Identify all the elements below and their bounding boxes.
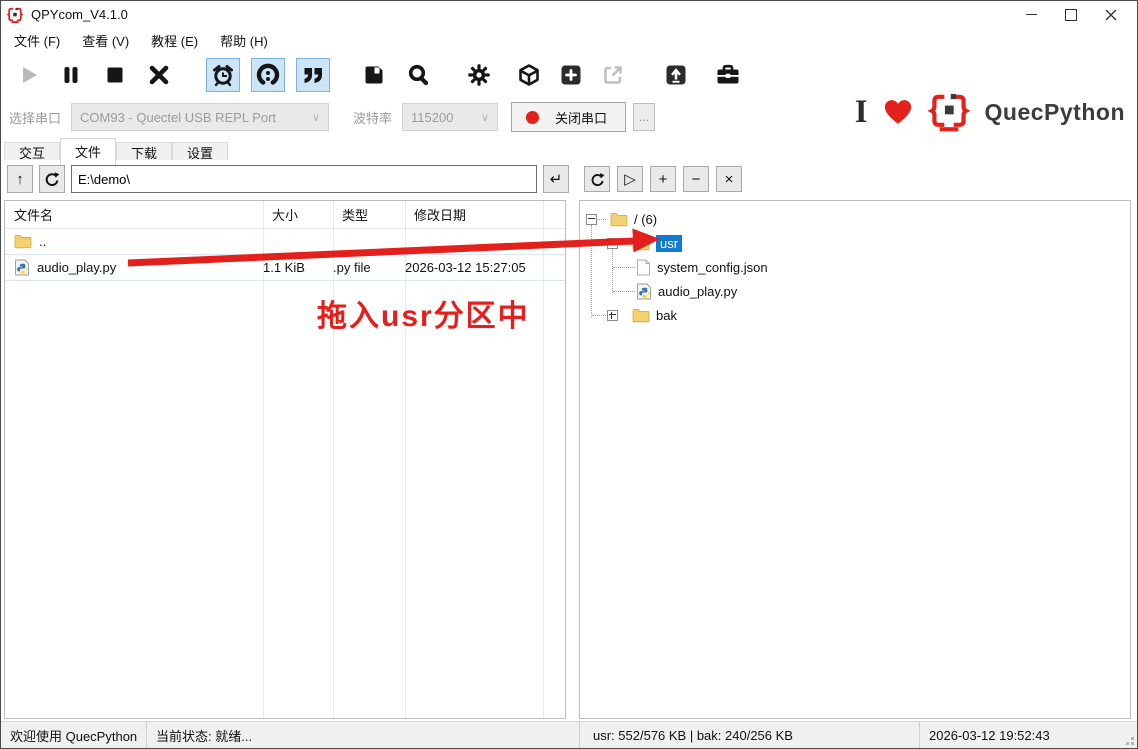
path-toolbar: ↑ ↵ — [7, 164, 569, 194]
chevron-down-icon: ∨ — [481, 111, 489, 124]
run-script-icon[interactable]: ▷ — [617, 166, 643, 192]
table-row[interactable]: audio_play.py 1.1 KiB .py file 2026-03-1… — [5, 255, 565, 281]
tree-node-file[interactable]: system_config.json — [580, 255, 1130, 279]
json-file-icon — [636, 259, 651, 276]
col-size[interactable]: 大小 — [263, 205, 333, 224]
status-storage-usage: usr: 552/576 KB | bak: 240/256 KB — [579, 722, 919, 748]
quotes-icon[interactable] — [296, 58, 330, 92]
settings-gear-icon[interactable] — [462, 58, 496, 92]
menu-bar: 文件 (F) 查看 (V) 教程 (E) 帮助 (H) — [1, 28, 1137, 53]
heart-icon — [883, 98, 913, 126]
path-input[interactable] — [71, 165, 537, 193]
python-file-icon — [636, 283, 652, 300]
collapse-icon[interactable] — [607, 238, 618, 249]
quecpython-logo — [928, 91, 970, 133]
local-file-table: 文件名 大小 类型 修改日期 .. — [4, 200, 566, 719]
go-enter-icon[interactable]: ↵ — [543, 165, 569, 193]
add-square-icon[interactable] — [554, 58, 588, 92]
external-link-icon[interactable] — [596, 58, 630, 92]
baud-select[interactable]: 115200∨ — [402, 103, 498, 131]
menu-view[interactable]: 查看 (V) — [71, 28, 140, 53]
files-view: ↑ ↵ 文件名 大小 类型 修改日期 — [1, 160, 1137, 721]
annotation-text: 拖入usr分区中 — [317, 291, 530, 335]
local-files-panel: ↑ ↵ 文件名 大小 类型 修改日期 — [4, 160, 569, 719]
status-state: 当前状态: 就绪... — [146, 722, 579, 748]
brand-name: QuecPython — [985, 99, 1125, 126]
app-logo-icon — [7, 7, 23, 23]
refresh-icon[interactable] — [39, 165, 65, 193]
alarm-clock-icon[interactable] — [206, 58, 240, 92]
tree-node-root[interactable]: / (6) — [580, 207, 1130, 231]
chevron-down-icon: ∨ — [312, 111, 320, 124]
tree-node-usr[interactable]: usr — [580, 231, 1130, 255]
refresh-icon[interactable] — [584, 166, 610, 192]
upload-square-icon[interactable] — [659, 58, 693, 92]
resize-grip[interactable] — [1131, 742, 1134, 745]
close-button[interactable] — [1091, 1, 1131, 28]
status-welcome: 欢迎使用 QuecPython — [1, 722, 146, 748]
device-files-panel: ▷ + − × / (6) — [579, 160, 1131, 719]
folder-icon — [14, 234, 32, 249]
device-file-tree: / (6) usr system_config.json — [579, 200, 1131, 719]
folder-icon — [632, 308, 650, 323]
status-datetime: 2026-03-12 19:52:43 — [919, 722, 1137, 748]
table-row[interactable]: .. — [5, 229, 565, 255]
expand-icon[interactable] — [607, 310, 618, 321]
folder-icon — [610, 212, 628, 227]
app-window: QPYcom_V4.1.0 文件 (F) 查看 (V) 教程 (E) 帮助 (H… — [0, 0, 1138, 749]
search-icon[interactable] — [401, 58, 435, 92]
add-icon[interactable]: + — [650, 166, 676, 192]
port-label: 选择串口 — [9, 108, 61, 127]
firmware-package-icon[interactable] — [512, 58, 546, 92]
close-port-button[interactable]: 关闭串口 — [511, 102, 626, 132]
port-select[interactable]: COM93 - Quectel USB REPL Port∨ — [71, 103, 329, 131]
selected-node-label: usr — [656, 235, 682, 252]
up-directory-icon[interactable]: ↑ — [7, 165, 33, 193]
col-type[interactable]: 类型 — [333, 205, 405, 224]
menu-tutorial[interactable]: 教程 (E) — [140, 28, 209, 53]
tree-node-file[interactable]: audio_play.py — [580, 279, 1130, 303]
table-header: 文件名 大小 类型 修改日期 — [5, 201, 565, 229]
python-file-icon — [14, 259, 30, 276]
col-modified[interactable]: 修改日期 — [405, 205, 543, 224]
device-toolbar: ▷ + − × — [584, 164, 742, 194]
status-bar: 欢迎使用 QuecPython 当前状态: 就绪... usr: 552/576… — [1, 721, 1137, 748]
timestamp-icon[interactable] — [251, 58, 285, 92]
window-title: QPYcom_V4.1.0 — [31, 7, 128, 22]
collapse-icon[interactable] — [586, 214, 597, 225]
save-icon[interactable] — [357, 58, 391, 92]
delete-icon[interactable]: × — [716, 166, 742, 192]
minimize-button[interactable] — [1011, 1, 1051, 28]
menu-help[interactable]: 帮助 (H) — [209, 28, 279, 53]
maximize-button[interactable] — [1051, 1, 1091, 28]
tree-node-bak[interactable]: bak — [580, 303, 1130, 327]
pause-icon[interactable] — [54, 58, 88, 92]
run-icon[interactable] — [12, 58, 46, 92]
more-options-button[interactable]: ... — [633, 103, 655, 131]
toolbox-icon[interactable] — [711, 58, 745, 92]
port-open-indicator — [526, 111, 539, 124]
remove-icon[interactable]: − — [683, 166, 709, 192]
stop-icon[interactable] — [98, 58, 132, 92]
col-filename[interactable]: 文件名 — [5, 205, 263, 224]
menu-file[interactable]: 文件 (F) — [3, 28, 71, 53]
disconnect-icon[interactable] — [142, 58, 176, 92]
baud-label: 波特率 — [353, 108, 392, 127]
tab-files[interactable]: 文件 — [60, 138, 116, 165]
brand-area: I QuecPython — [855, 91, 1125, 133]
title-bar: QPYcom_V4.1.0 — [1, 1, 1137, 28]
folder-icon — [632, 236, 650, 251]
i-text: I — [855, 94, 868, 131]
